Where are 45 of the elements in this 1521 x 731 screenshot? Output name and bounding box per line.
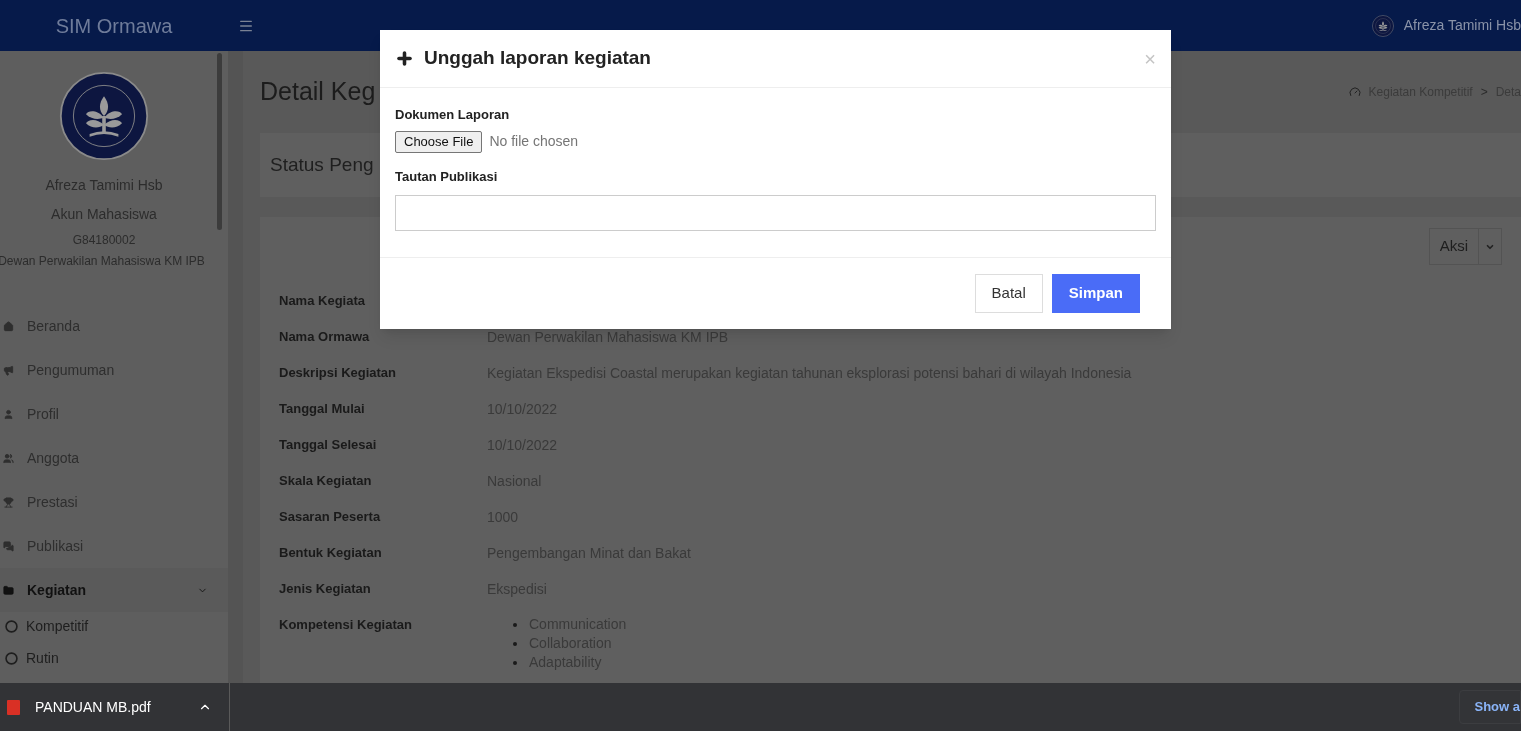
detail-label: Skala Kegiatan [279,472,373,490]
detail-label: Tanggal Mulai [279,400,366,418]
detail-label: Tanggal Selesai [279,436,378,454]
home-icon [3,320,14,332]
dashboard-icon [1348,86,1361,98]
choose-file-button[interactable]: Choose File [395,130,483,153]
sidebar-subitem[interactable]: Rutin [0,642,228,674]
download-item[interactable]: PANDUAN MB.pdf [0,683,230,731]
page-title: Detail Keg [260,76,376,108]
modal-title: Unggah laporan kegiatan [424,46,651,71]
sidebar-subitem[interactable]: Kompetitif [0,610,228,642]
chat-icon [3,540,14,552]
detail-label: Nama Kegiata [279,292,366,310]
action-dropdown-button[interactable]: Aksi [1428,228,1502,265]
close-button[interactable]: × [1144,48,1156,69]
user-icon [3,408,14,420]
detail-label: Jenis Kegiatan [279,580,372,598]
cancel-button[interactable]: Batal [974,274,1043,313]
breadcrumb-separator: > [1480,84,1488,101]
circle-icon [5,619,18,633]
users-icon [3,452,14,464]
sidebar-item[interactable]: Kegiatan [0,568,228,612]
card-title: Status Peng [270,152,374,177]
circle-icon [5,651,18,665]
save-button[interactable]: Simpan [1051,274,1140,313]
detail-label: Bentuk Kegiatan [279,544,383,562]
bullet-icon [513,641,517,646]
plus-icon [395,49,414,68]
input-field[interactable] [395,195,1156,231]
file-status: No file chosen [489,132,579,151]
detail-label: Kompetensi Kegiatan [279,616,413,634]
show-all-button[interactable]: Show a [1459,690,1521,724]
field-label: Tautan Publikasi [395,167,499,186]
bullet-icon [513,622,517,627]
brand-title[interactable]: SIM Ormawa [55,10,173,41]
detail-label: Deskripsi Kegiatan [279,364,398,382]
bullet-icon [513,660,517,665]
folder-icon [3,584,14,596]
scrollbar[interactable] [217,53,222,230]
megaphone-icon [3,364,14,376]
avatar-logo-icon [1371,14,1394,37]
detail-label: Sasaran Peserta [279,508,382,526]
field-label: Dokumen Laporan [395,106,511,124]
detail-label: Nama Ormawa [279,328,371,346]
user-name[interactable]: Afreza Tamimi Hsb [1403,15,1521,36]
